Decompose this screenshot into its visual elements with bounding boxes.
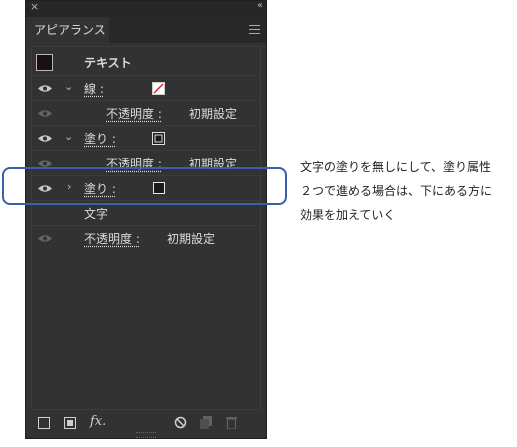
eye-icon[interactable]	[38, 84, 52, 93]
stroke-label[interactable]: 線 :	[84, 80, 104, 97]
stroke-row[interactable]: ⌄ 線 :	[32, 76, 260, 101]
appearance-list: テキスト ⌄ 線 : 不透明度 : 初期設定 ⌄ 塗り : 不透明度 : 初期設…	[31, 46, 261, 410]
opacity-label[interactable]: 不透明度 :	[84, 230, 140, 247]
resize-grip[interactable]	[136, 432, 156, 438]
fill-swatch[interactable]	[152, 132, 165, 145]
stroke-opacity-row[interactable]: 不透明度 : 初期設定	[32, 101, 260, 126]
characters-label: 文字	[84, 207, 109, 221]
header-label: テキスト	[84, 56, 132, 70]
add-fill-icon[interactable]	[64, 417, 76, 429]
fx-icon[interactable]: fx.	[90, 414, 106, 429]
clear-appearance-icon[interactable]	[174, 416, 187, 429]
panel-menu-icon[interactable]	[249, 25, 260, 34]
panel-titlebar: × ‹‹	[26, 0, 266, 17]
eye-icon[interactable]	[38, 134, 52, 143]
header-row[interactable]: テキスト	[32, 47, 260, 76]
stroke-swatch[interactable]	[152, 82, 165, 95]
text-swatch[interactable]	[36, 54, 53, 71]
note-line-3: 効果を加えていく	[300, 208, 396, 222]
note-line-2: ２つで進める場合は、下にある方に	[300, 184, 493, 198]
opacity-label[interactable]: 不透明度 :	[106, 105, 162, 122]
opacity-row[interactable]: 不透明度 : 初期設定	[32, 226, 260, 251]
fill-label[interactable]: 塗り :	[84, 130, 116, 147]
chevron-down-icon[interactable]: ⌄	[64, 80, 73, 93]
highlight-callout	[2, 167, 287, 205]
appearance-panel: × ‹‹ アピアランス テキスト ⌄ 線 : 不透明度 : 初期設定 ⌄ 塗り	[25, 0, 267, 439]
fill-row[interactable]: ⌄ 塗り :	[32, 126, 260, 151]
eye-icon[interactable]	[38, 109, 52, 118]
eye-icon[interactable]	[38, 234, 52, 243]
duplicate-item-icon[interactable]	[200, 416, 212, 429]
add-stroke-icon[interactable]	[38, 417, 50, 429]
collapse-icon[interactable]: ‹‹	[257, 0, 263, 11]
panel-tabbar: アピアランス	[26, 17, 266, 43]
opacity-value: 初期設定	[167, 232, 216, 246]
delete-item-icon[interactable]	[226, 416, 237, 429]
close-icon[interactable]: ×	[30, 0, 39, 13]
note-line-1: 文字の塗りを無しにして、塗り属性	[300, 160, 492, 174]
tab-appearance[interactable]: アピアランス	[26, 17, 109, 43]
opacity-value: 初期設定	[189, 107, 238, 121]
chevron-down-icon[interactable]: ⌄	[64, 130, 73, 143]
